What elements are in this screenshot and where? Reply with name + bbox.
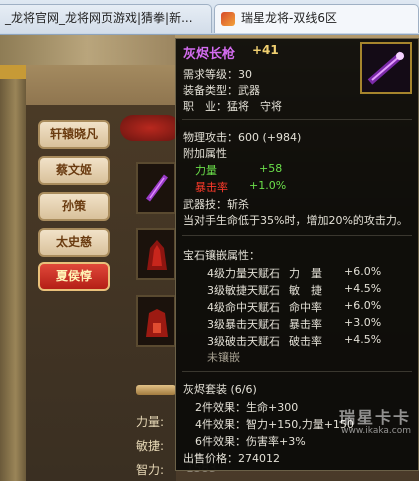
set-title: 灰烬套装 (6/6) bbox=[183, 383, 257, 396]
hero-tab-taishici[interactable]: 太史慈 bbox=[38, 228, 110, 257]
gem-name: 4级命中天赋石 bbox=[207, 301, 280, 314]
extra-attr-value: +1.0% bbox=[249, 179, 287, 192]
set-effect-label: 6件效果： bbox=[195, 435, 246, 448]
gem-name: 4级力量天赋石 bbox=[207, 267, 280, 280]
browser-tab-rising-longjiang[interactable]: 瑞星龙将-双线6区 bbox=[214, 4, 419, 33]
extra-attr-name: 力量 bbox=[195, 164, 217, 177]
weapon-skill-desc: 当对手生命低于35%时，增加20%的攻击力。 bbox=[183, 214, 408, 227]
tab-label: 瑞星龙将-双线6区 bbox=[241, 11, 337, 25]
gem-attr: 破击率 bbox=[289, 335, 322, 348]
req-level-value: 30 bbox=[238, 68, 252, 81]
red-armor-icon bbox=[146, 309, 168, 337]
set-effect-label: 2件效果： bbox=[195, 401, 246, 414]
gem-value: +6.0% bbox=[344, 265, 382, 278]
job-value: 猛将 守将 bbox=[227, 100, 282, 113]
hero-tab-xiahoudun[interactable]: 夏侯惇 bbox=[38, 262, 110, 291]
stat-strength-label: 力量: bbox=[136, 415, 165, 429]
gem-attr: 命中率 bbox=[289, 301, 322, 314]
equip-slot-weapon[interactable] bbox=[136, 162, 176, 214]
gem-section-title: 宝石镶嵌属性： bbox=[183, 249, 260, 262]
exp-bar bbox=[136, 385, 176, 395]
sell-price-value: 274012 bbox=[238, 452, 280, 465]
gem-name: 3级暴击天赋石 bbox=[207, 318, 280, 331]
extra-attr-name: 暴击率 bbox=[195, 181, 228, 194]
divider bbox=[182, 119, 412, 120]
equip-slot-armor[interactable] bbox=[136, 295, 176, 347]
gem-attr: 暴击率 bbox=[289, 318, 322, 331]
equip-slot-helmet[interactable] bbox=[136, 228, 176, 280]
gem-value: +4.5% bbox=[344, 333, 382, 346]
phys-attack-value: 600 (+984) bbox=[238, 131, 302, 144]
equip-type-value: 武器 bbox=[238, 84, 260, 97]
game-top-banner bbox=[0, 35, 175, 65]
item-name: 灰烬长枪 bbox=[183, 47, 236, 62]
divider bbox=[182, 235, 412, 236]
watermark-brand: 瑞星卡卡 bbox=[338, 408, 411, 427]
hero-tab-sunce[interactable]: 孙策 bbox=[38, 192, 110, 221]
hero-tab-caiwenji[interactable]: 蔡文姬 bbox=[38, 156, 110, 185]
gem-value: +6.0% bbox=[344, 299, 382, 312]
game-frame-left bbox=[0, 65, 26, 481]
weapon-skill-label: 武器技： bbox=[183, 198, 227, 211]
gem-name: 3级破击天赋石 bbox=[207, 335, 280, 348]
extra-attr-value: +58 bbox=[259, 162, 283, 175]
weapon-skill-name: 斩杀 bbox=[227, 198, 249, 211]
job-label: 职 业： bbox=[183, 100, 227, 113]
set-effect-value: 生命+300 bbox=[246, 401, 299, 414]
item-icon-frame bbox=[360, 42, 412, 94]
spear-icon bbox=[146, 174, 168, 202]
sell-price-label: 出售价格： bbox=[183, 452, 238, 465]
equip-type-label: 装备类型： bbox=[183, 84, 238, 97]
tab-label: _龙将官网_龙将网页游戏|猜拳|新... bbox=[5, 11, 193, 25]
red-helmet-icon bbox=[147, 240, 167, 270]
req-level-label: 需求等级： bbox=[183, 68, 238, 81]
browser-tab-bar: _龙将官网_龙将网页游戏|猜拳|新... 瑞星龙将-双线6区 bbox=[0, 0, 419, 35]
gem-attr: 力 量 bbox=[289, 267, 322, 280]
stat-intellect-label: 智力: bbox=[136, 463, 165, 477]
browser-tab-longjiang-official[interactable]: _龙将官网_龙将网页游戏|猜拳|新... bbox=[0, 4, 212, 33]
hero-tab-xuanyuan[interactable]: 轩辕晓凡 bbox=[38, 120, 110, 149]
set-effect-label: 4件效果： bbox=[195, 418, 246, 431]
gem-attr: 敏 捷 bbox=[289, 284, 322, 297]
gem-slot-empty: 未镶嵌 bbox=[207, 351, 240, 364]
panel-header-ornament bbox=[120, 115, 180, 141]
gold-ornament bbox=[0, 65, 26, 79]
extra-attr-title: 附加属性 bbox=[183, 147, 227, 160]
watermark-url: www.ikaka.com bbox=[341, 426, 411, 436]
gem-name: 3级敏捷天赋石 bbox=[207, 284, 280, 297]
item-enhance-level: +41 bbox=[252, 43, 279, 57]
site-favicon-icon bbox=[221, 12, 235, 26]
purple-spear-icon bbox=[362, 44, 410, 92]
set-effect-value: 伤害率+3% bbox=[246, 435, 306, 448]
set-effect-value: 智力+150,力量+150 bbox=[246, 418, 354, 431]
gem-value: +3.0% bbox=[344, 316, 382, 329]
stat-agility-label: 敏捷: bbox=[136, 439, 165, 453]
gem-value: +4.5% bbox=[344, 282, 382, 295]
phys-attack-label: 物理攻击： bbox=[183, 131, 238, 144]
divider bbox=[182, 371, 412, 372]
